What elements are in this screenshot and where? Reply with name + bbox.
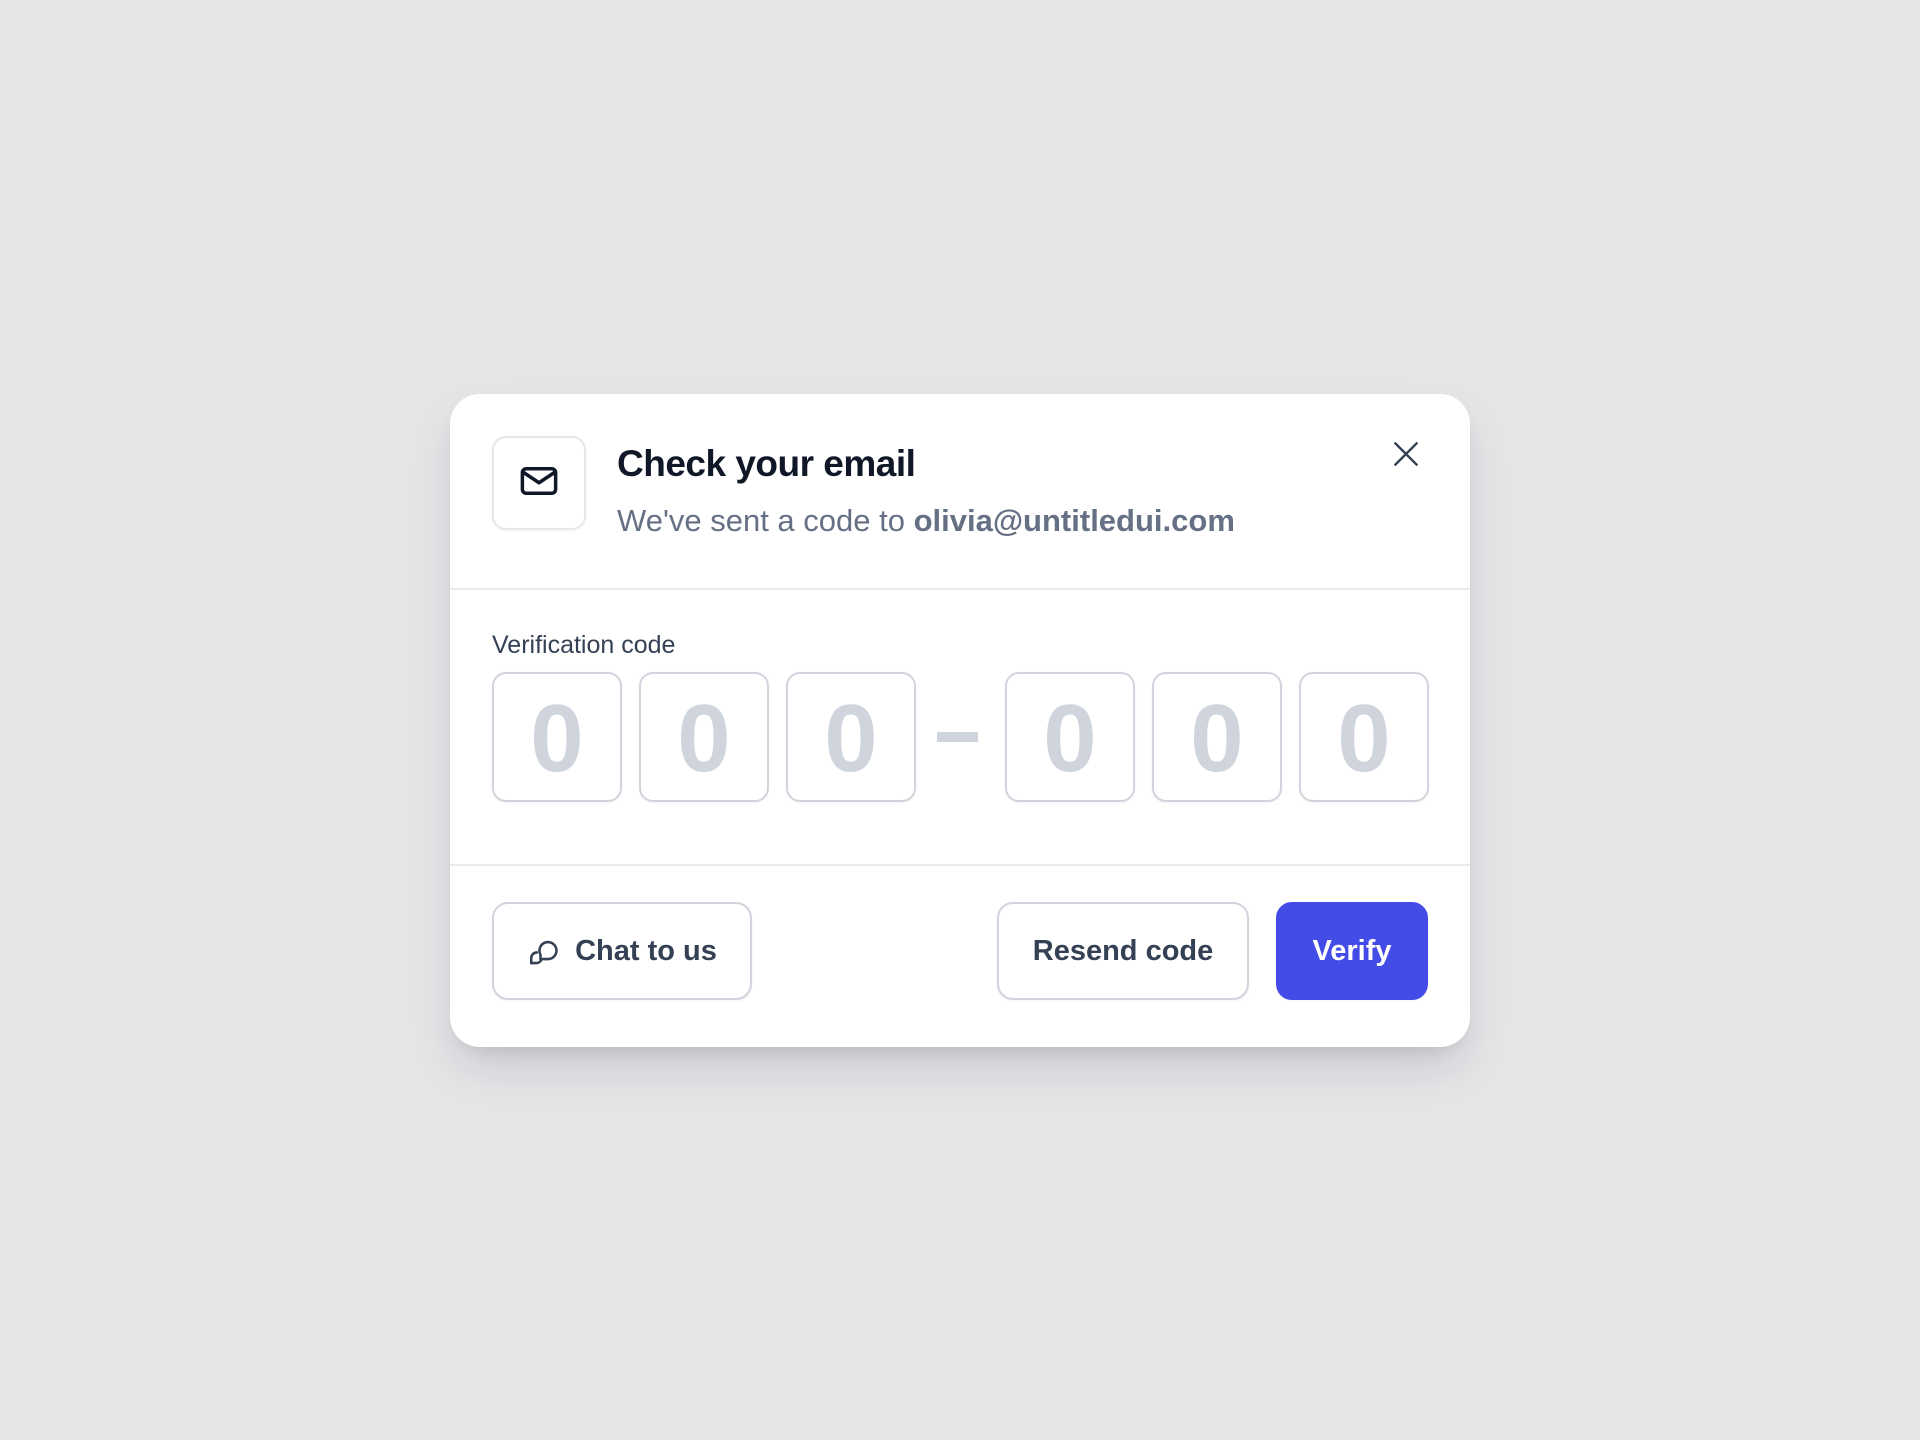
digit-placeholder: 0	[1190, 685, 1244, 792]
digit-placeholder: 0	[824, 685, 878, 792]
modal-title: Check your email	[617, 443, 916, 484]
modal-footer: Chat to us Resend code Verify	[450, 866, 1470, 1047]
code-separator	[937, 732, 978, 742]
code-digit-input-2[interactable]: 0	[639, 672, 769, 802]
chat-button-label: Chat to us	[575, 934, 717, 967]
chat-to-us-button[interactable]: Chat to us	[492, 902, 752, 1000]
subtitle-text: We've sent a code to	[617, 503, 914, 538]
resend-code-button[interactable]: Resend code	[997, 902, 1249, 1000]
message-chat-icon	[527, 934, 561, 968]
digit-placeholder: 0	[677, 685, 731, 792]
code-digit-input-5[interactable]: 0	[1152, 672, 1282, 802]
verification-code-label: Verification code	[492, 631, 676, 659]
resend-button-label: Resend code	[1032, 934, 1214, 967]
verify-button[interactable]: Verify	[1276, 902, 1428, 1000]
digit-placeholder: 0	[1337, 685, 1391, 792]
verification-section: Verification code 0 0 0 0 0 0	[450, 590, 1470, 866]
digit-placeholder: 0	[530, 685, 584, 792]
close-button[interactable]	[1386, 436, 1426, 476]
verify-button-label: Verify	[1312, 934, 1392, 967]
code-digit-input-6[interactable]: 0	[1299, 672, 1429, 802]
code-digit-input-4[interactable]: 0	[1005, 672, 1135, 802]
digit-placeholder: 0	[1043, 685, 1097, 792]
verification-modal: Check your email We've sent a code to ol…	[450, 394, 1470, 1047]
email-address: olivia@untitledui.com	[913, 503, 1235, 538]
mail-icon	[518, 460, 560, 507]
modal-subtitle: We've sent a code to olivia@untitledui.c…	[617, 502, 1235, 539]
featured-icon	[492, 436, 586, 530]
code-digit-input-3[interactable]: 0	[786, 672, 916, 802]
code-digit-input-1[interactable]: 0	[492, 672, 622, 802]
modal-header: Check your email We've sent a code to ol…	[450, 394, 1470, 590]
close-icon	[1390, 438, 1422, 475]
